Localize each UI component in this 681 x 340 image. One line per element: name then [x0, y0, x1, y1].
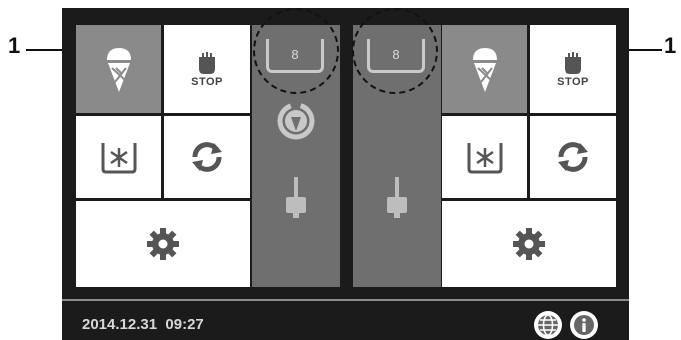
ice-cream-cone-icon: [472, 48, 497, 92]
footer-datetime: 2014.12.31 09:27: [82, 316, 204, 333]
freeze-tank-icon: [467, 143, 502, 174]
cone-cycle-icon[interactable]: [274, 99, 318, 143]
stop-hand-icon: [565, 51, 581, 74]
gear-icon: [513, 228, 545, 260]
info-button[interactable]: [570, 311, 598, 339]
refresh-icon: [558, 142, 588, 172]
globe-icon: [538, 314, 558, 336]
gear-icon: [147, 228, 179, 260]
language-button[interactable]: [534, 311, 562, 339]
stop-hand-icon: [199, 51, 215, 74]
info-icon: [574, 315, 594, 335]
control-screen: STOP 8 8 STOP 2014.12.31 09:27: [62, 8, 629, 340]
right-settings-button[interactable]: [442, 201, 616, 287]
ice-cream-cone-icon: [106, 48, 131, 92]
callout-label-left: 1: [8, 33, 21, 58]
footer-divider: [62, 299, 629, 301]
left-settings-button[interactable]: [76, 201, 250, 287]
callout-circle-right: [352, 8, 438, 94]
left-stop-button[interactable]: STOP: [164, 25, 250, 113]
left-refresh-button[interactable]: [164, 116, 250, 198]
callout-label-right: 1: [664, 33, 677, 58]
dispense-lever-icon[interactable]: [383, 175, 411, 219]
right-freeze-button[interactable]: [442, 116, 527, 198]
dispense-lever-icon[interactable]: [282, 175, 310, 219]
right-refresh-button[interactable]: [530, 116, 616, 198]
refresh-icon: [192, 142, 222, 172]
left-stop-label: STOP: [191, 75, 223, 88]
right-cone-button[interactable]: [442, 25, 527, 113]
left-freeze-button[interactable]: [76, 116, 161, 198]
left-cone-button[interactable]: [76, 25, 161, 113]
callout-circle-left: [253, 8, 339, 94]
right-stop-button[interactable]: STOP: [530, 25, 616, 113]
right-stop-label: STOP: [557, 75, 589, 88]
freeze-tank-icon: [101, 143, 136, 174]
